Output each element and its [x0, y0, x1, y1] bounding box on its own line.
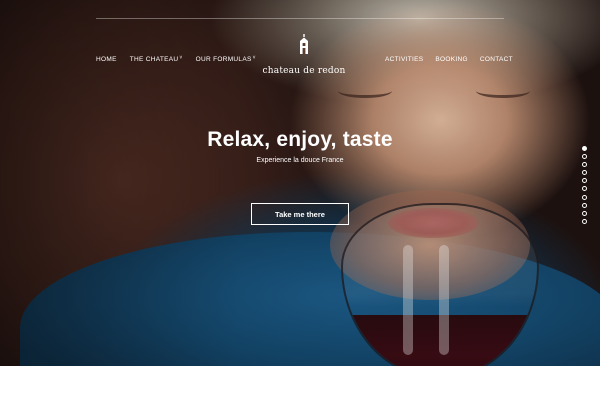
site-logo[interactable]: chateau de redon	[262, 34, 346, 78]
header-rule	[96, 18, 504, 19]
nav-item-label: THE CHATEAU	[129, 55, 179, 63]
chevron-down-icon: ˅	[252, 55, 256, 61]
nav-item-label: OUR FORMULAS	[195, 55, 252, 63]
main-nav-left: HOME THE CHATEAU ˅ OUR FORMULAS ˅	[96, 52, 269, 66]
main-nav-right: ACTIVITIES BOOKING CONTACT	[385, 52, 525, 66]
slide-dot[interactable]	[582, 218, 587, 224]
slide-pagination	[582, 146, 588, 227]
slide-dot[interactable]	[582, 186, 587, 192]
slide-dot[interactable]	[582, 154, 587, 160]
chevron-down-icon: ˅	[179, 55, 183, 61]
nav-item-home[interactable]: HOME	[96, 56, 117, 63]
slide-dot[interactable]	[582, 210, 587, 216]
slide-dot[interactable]	[582, 178, 587, 184]
slide-dot[interactable]	[582, 170, 587, 176]
nav-item-label: CONTACT	[479, 55, 513, 63]
nav-item-our-formulas[interactable]: OUR FORMULAS ˅	[195, 55, 256, 63]
nav-item-label: ACTIVITIES	[385, 55, 424, 63]
take-me-there-button[interactable]: Take me there	[251, 203, 349, 225]
nav-item-contact[interactable]: CONTACT	[480, 56, 513, 63]
nav-item-booking[interactable]: BOOKING	[435, 56, 467, 63]
slide-dot[interactable]	[582, 162, 587, 168]
nav-item-label: HOME	[96, 55, 117, 63]
slide-dot[interactable]	[582, 194, 587, 200]
logo-text: chateau de redon	[262, 66, 346, 76]
slide-dot[interactable]	[582, 202, 587, 208]
castle-tower-icon	[300, 34, 308, 54]
hero-subheadline: Experience la douce France	[256, 157, 344, 164]
slide-dot[interactable]	[582, 146, 587, 151]
hero-headline: Relax, enjoy, taste	[207, 128, 393, 151]
nav-item-activities[interactable]: ACTIVITIES	[385, 56, 423, 63]
nav-item-the-chateau[interactable]: THE CHATEAU ˅	[129, 55, 183, 63]
nav-item-label: BOOKING	[435, 55, 468, 63]
